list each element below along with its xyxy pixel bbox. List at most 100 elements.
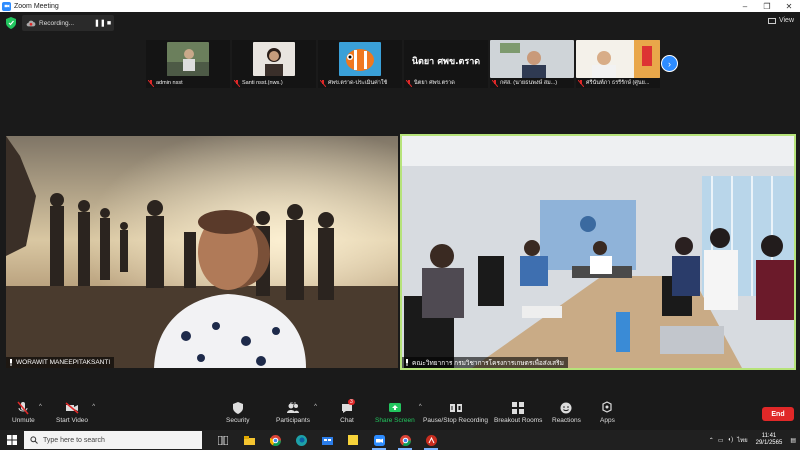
breakout-rooms-icon (512, 402, 525, 414)
participant-name: admin nsst (146, 78, 230, 88)
meeting-toolbar: Unmute ^ Start Video ^ Security 64 Parti… (0, 398, 800, 430)
breakout-rooms-button[interactable]: Breakout Rooms (494, 401, 542, 424)
window-titlebar: Zoom Meeting – ❐ ✕ (0, 0, 800, 12)
store-icon[interactable] (314, 430, 340, 450)
mic-muted-icon (578, 79, 584, 87)
participant-video (576, 40, 660, 78)
taskbar-search-box[interactable]: Type here to search (24, 431, 202, 449)
shield-icon (232, 402, 243, 414)
windows-taskbar: Type here to search ⌃ ▭ ◖) ไทย 11:41 29/… (0, 430, 800, 450)
search-icon (30, 436, 38, 444)
participant-avatar-fish (339, 42, 381, 76)
virtual-background-image (6, 136, 398, 368)
network-icon[interactable]: ▭ (718, 437, 724, 444)
mic-muted-icon (492, 79, 498, 87)
participant-tile[interactable]: นิตยา ศพข.ตราด นิตยา ศพข.ตราด (404, 40, 488, 88)
chevron-up-icon[interactable]: ^ (92, 404, 95, 410)
chevron-up-icon[interactable]: ^ (419, 404, 422, 410)
search-placeholder: Type here to search (43, 436, 105, 444)
taskbar-apps (210, 430, 444, 450)
mic-muted-icon (148, 79, 154, 87)
pause-recording-icon[interactable]: ❚❚ (94, 19, 106, 27)
encryption-shield-icon[interactable] (6, 17, 16, 29)
participant-tile[interactable]: ศพข.ตราด-ประเมินค่าใช้ (318, 40, 402, 88)
mic-muted-icon (406, 79, 412, 87)
participant-name: กศส. (นายธนพงษ์ สม...) (490, 78, 574, 88)
video-off-icon (65, 402, 79, 414)
next-page-arrow-icon[interactable]: › (661, 55, 678, 72)
view-grid-icon (767, 17, 776, 24)
share-screen-icon (388, 403, 401, 412)
taskbar-clock[interactable]: 11:41 29/1/2565 (756, 433, 783, 447)
main-video-right-active-speaker[interactable]: คณะวิทยาการ กรมวิชาการโครงการเกษตรเพื่อส… (400, 134, 796, 370)
view-button[interactable]: View (767, 17, 794, 24)
language-indicator[interactable]: ไทย (737, 435, 748, 445)
main-video-left[interactable]: WORAWIT MANEEPITAKSANTI (6, 136, 398, 368)
close-button[interactable]: ✕ (778, 0, 800, 12)
meeting-area: Recording... ❚❚ ■ View admin nsst Santi … (0, 12, 800, 398)
edge-icon[interactable] (288, 430, 314, 450)
recording-cloud-icon (26, 20, 36, 27)
participant-video (490, 40, 574, 78)
participant-tile[interactable]: กศส. (นายธนพงษ์ สม...) (490, 40, 574, 88)
chat-unread-badge: 3 (348, 399, 355, 405)
meeting-topbar: Recording... ❚❚ ■ View (0, 14, 800, 32)
participants-button[interactable]: 64 Participants ^ (276, 401, 317, 424)
minimize-button[interactable]: – (734, 0, 756, 12)
pause-stop-icon (449, 404, 462, 412)
apps-button[interactable]: Apps (600, 401, 615, 424)
reactions-smiley-icon (560, 402, 572, 414)
zoom-logo-icon (2, 1, 11, 11)
recording-label: Recording... (39, 19, 75, 27)
mic-muted-icon (17, 401, 29, 415)
clock-time: 11:41 (761, 433, 777, 439)
notifications-icon[interactable]: ▤ (790, 437, 796, 444)
chrome-icon[interactable] (262, 430, 288, 450)
participant-name: นิตยา ศพข.ตราด (404, 78, 488, 88)
acrobat-icon[interactable] (418, 430, 444, 450)
stop-recording-icon[interactable]: ■ (104, 20, 114, 27)
sticky-notes-icon[interactable] (340, 430, 366, 450)
end-meeting-button[interactable]: End (762, 407, 794, 421)
mic-muted-icon (234, 79, 240, 87)
participant-display-name: นิตยา ศพข.ตราด (411, 57, 481, 67)
participant-strip: admin nsst Santi nsst.(nws.) ศพข.ตราด-ปร… (146, 40, 660, 88)
mic-muted-icon (320, 79, 326, 87)
zoom-taskbar-icon[interactable] (366, 430, 392, 450)
participants-count: 64 (290, 402, 297, 408)
volume-icon[interactable]: ◖) (728, 437, 734, 443)
speaker-name-label: WORAWIT MANEEPITAKSANTI (6, 357, 115, 368)
participant-name: ศพข.ตราด-ประเมินค่าใช้ (318, 78, 402, 88)
security-button[interactable]: Security (226, 401, 249, 424)
view-label: View (778, 17, 794, 24)
participant-video (167, 42, 209, 76)
pause-recording-button[interactable]: Pause/Stop Recording (423, 401, 488, 424)
participant-name: Santi nsst.(nws.) (232, 78, 316, 88)
mic-icon (10, 359, 12, 366)
start-video-button[interactable]: Start Video ^ (56, 401, 95, 424)
mic-icon (406, 359, 408, 366)
participant-tile[interactable]: admin nsst (146, 40, 230, 88)
window-title: Zoom Meeting (14, 2, 59, 10)
reactions-button[interactable]: Reactions (552, 401, 581, 424)
recording-indicator: Recording... ❚❚ ■ (22, 15, 114, 31)
share-screen-button[interactable]: Share Screen ^ (375, 401, 422, 424)
chevron-up-icon[interactable]: ^ (314, 404, 317, 410)
room-name-label: คณะวิทยาการ กรมวิชาการโครงการเกษตรเพื่อส… (402, 357, 568, 368)
chat-button[interactable]: 3 Chat (340, 399, 355, 424)
maximize-button[interactable]: ❐ (756, 0, 778, 12)
meeting-room-video (402, 136, 794, 368)
show-hidden-icons-chevron-icon[interactable]: ⌃ (709, 437, 714, 444)
file-explorer-icon[interactable] (236, 430, 262, 450)
system-tray: ⌃ ▭ ◖) ไทย 11:41 29/1/2565 ▤ (709, 430, 800, 450)
apps-icon (602, 401, 613, 413)
chrome-active-icon[interactable] (392, 430, 418, 450)
chevron-up-icon[interactable]: ^ (39, 404, 42, 410)
task-view-icon[interactable] (210, 430, 236, 450)
participant-tile[interactable]: ศรีนันท์ภา ธรรีรักษ์ (ศูนย... (576, 40, 660, 88)
clock-date: 29/1/2565 (755, 440, 783, 446)
participant-tile[interactable]: Santi nsst.(nws.) (232, 40, 316, 88)
participant-name: ศรีนันท์ภา ธรรีรักษ์ (ศูนย... (576, 78, 660, 88)
unmute-button[interactable]: Unmute ^ (12, 401, 42, 424)
windows-start-icon[interactable] (0, 430, 24, 450)
